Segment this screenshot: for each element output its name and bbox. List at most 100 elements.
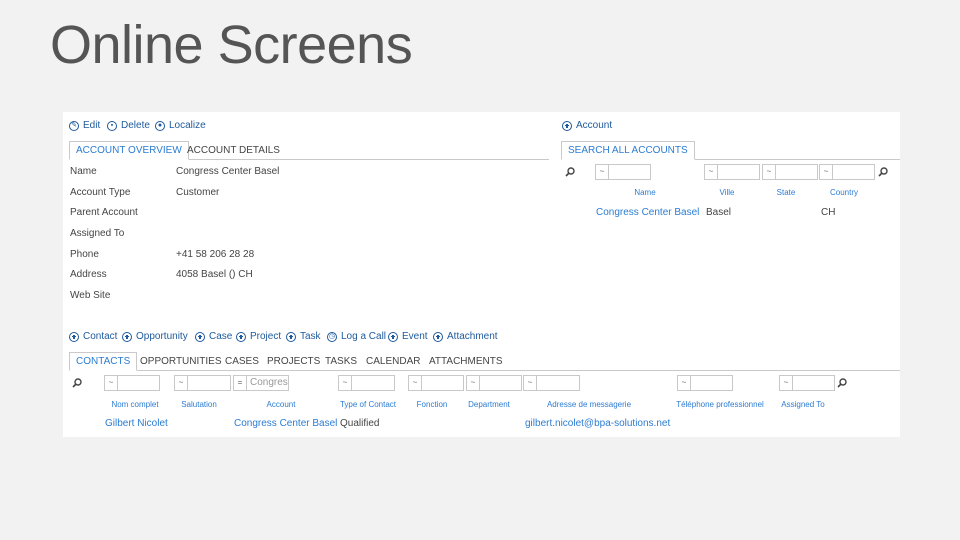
filter-account[interactable]: = Congres	[233, 375, 289, 391]
add-attachment-label: Attachment	[447, 331, 498, 342]
filter-operator[interactable]: ~	[409, 376, 422, 390]
tab-contacts[interactable]: CONTACTS	[69, 352, 138, 371]
column-header-ville[interactable]: Ville	[697, 188, 757, 197]
tab-calendar[interactable]: CALENDAR	[366, 356, 420, 367]
add-contact-button[interactable]: Contact	[69, 331, 117, 342]
column-header-department[interactable]: Department	[459, 400, 519, 409]
add-project-button[interactable]: Project	[236, 331, 281, 342]
delete-label: Delete	[121, 120, 150, 131]
tab-cases[interactable]: CASES	[225, 356, 259, 367]
search-icon[interactable]	[72, 378, 82, 388]
filter-assigned-to[interactable]: ~	[779, 375, 835, 391]
filter-account-value[interactable]: Congres	[247, 376, 288, 390]
add-contact-label: Contact	[83, 331, 118, 342]
edit-label: Edit	[83, 120, 101, 131]
add-icon	[195, 331, 205, 342]
filter-operator[interactable]: ~	[705, 165, 718, 179]
column-header-state[interactable]: State	[756, 188, 816, 197]
add-icon	[286, 331, 296, 342]
add-event-label: Event	[402, 331, 428, 342]
contact-email-link[interactable]: gilbert.nicolet@bpa-solutions.net	[525, 418, 670, 429]
add-opportunity-label: Opportunity	[136, 331, 188, 342]
column-header-nom-complet[interactable]: Nom complet	[100, 400, 170, 409]
search-icon[interactable]	[565, 167, 575, 177]
add-task-button[interactable]: Task	[286, 331, 321, 342]
filter-nom-complet[interactable]: ~	[104, 375, 160, 391]
field-value-phone: +41 58 206 28 28	[176, 249, 255, 260]
contact-type: Qualified	[340, 418, 380, 429]
add-case-label: Case	[209, 331, 233, 342]
field-label-web-site: Web Site	[70, 290, 111, 301]
tab-search-all-accounts[interactable]: SEARCH ALL ACCOUNTS	[561, 141, 695, 160]
column-header-country[interactable]: Country	[814, 188, 874, 197]
filter-operator[interactable]: ~	[596, 165, 609, 179]
log-call-button[interactable]: ◷ Log a Call	[327, 331, 386, 342]
add-attachment-button[interactable]: Attachment	[433, 331, 498, 342]
slide-title: Online Screens	[50, 15, 413, 75]
column-header-fonction[interactable]: Fonction	[402, 400, 462, 409]
add-case-button[interactable]: Case	[195, 331, 232, 342]
filter-type-of-contact[interactable]: ~	[338, 375, 395, 391]
clock-icon: ◷	[327, 331, 337, 342]
filter-operator[interactable]: ~	[820, 165, 833, 179]
tab-projects[interactable]: PROJECTS	[267, 356, 320, 367]
localize-button[interactable]: ● Localize	[155, 120, 206, 131]
contact-name-link[interactable]: Gilbert Nicolet	[105, 418, 168, 429]
add-opportunity-button[interactable]: Opportunity	[122, 331, 188, 342]
add-icon	[122, 331, 132, 342]
tab-opportunities[interactable]: OPPORTUNITIES	[140, 356, 222, 367]
result-ville: Basel	[706, 207, 732, 218]
filter-operator[interactable]: ~	[524, 376, 537, 390]
filter-operator[interactable]: ~	[467, 376, 480, 390]
filter-operator[interactable]: ~	[678, 376, 691, 390]
add-account-button[interactable]: Account	[562, 120, 612, 131]
search-icon[interactable]	[878, 167, 888, 177]
filter-ville[interactable]: ~	[704, 164, 760, 180]
filter-operator[interactable]: ~	[780, 376, 793, 390]
filter-operator[interactable]: ~	[175, 376, 188, 390]
add-event-button[interactable]: Event	[388, 331, 428, 342]
column-header-type-of-contact[interactable]: Type of Contact	[333, 400, 403, 409]
filter-name[interactable]: ~	[595, 164, 651, 180]
tab-account-details[interactable]: ACCOUNT DETAILS	[187, 145, 280, 156]
contact-account-link[interactable]: Congress Center Basel	[234, 418, 337, 429]
column-header-account[interactable]: Account	[251, 400, 311, 409]
field-label-account-type: Account Type	[70, 187, 131, 198]
add-task-label: Task	[300, 331, 321, 342]
tab-tasks[interactable]: TASKS	[325, 356, 357, 367]
filter-operator[interactable]: ~	[763, 165, 776, 179]
filter-telephone[interactable]: ~	[677, 375, 733, 391]
localize-icon: ●	[155, 120, 165, 131]
filter-country[interactable]: ~	[819, 164, 875, 180]
field-label-phone: Phone	[70, 249, 99, 260]
column-header-adresse[interactable]: Adresse de messagerie	[539, 400, 639, 409]
log-call-label: Log a Call	[341, 331, 387, 342]
result-account-name[interactable]: Congress Center Basel	[596, 207, 699, 218]
result-country: CH	[821, 207, 836, 218]
column-header-name[interactable]: Name	[615, 188, 675, 197]
column-header-telephone[interactable]: Téléphone professionnel	[665, 400, 775, 409]
add-account-label: Account	[576, 120, 613, 131]
filter-operator[interactable]: =	[234, 376, 247, 390]
add-icon	[236, 331, 246, 342]
related-tabs-divider	[69, 370, 900, 371]
delete-button[interactable]: ▪ Delete	[107, 120, 150, 131]
search-icon[interactable]	[837, 378, 847, 388]
tab-attachments[interactable]: ATTACHMENTS	[429, 356, 503, 367]
filter-operator[interactable]: ~	[339, 376, 352, 390]
field-label-parent-account: Parent Account	[70, 207, 138, 218]
filter-salutation[interactable]: ~	[174, 375, 231, 391]
tab-account-overview[interactable]: ACCOUNT OVERVIEW	[69, 141, 189, 160]
add-icon	[388, 331, 398, 342]
filter-department[interactable]: ~	[466, 375, 522, 391]
filter-adresse[interactable]: ~	[523, 375, 580, 391]
edit-button[interactable]: ✎ Edit	[69, 120, 100, 131]
filter-state[interactable]: ~	[762, 164, 818, 180]
column-header-assigned-to[interactable]: Assigned To	[771, 400, 835, 409]
field-label-name: Name	[70, 166, 97, 177]
filter-operator[interactable]: ~	[105, 376, 118, 390]
column-header-salutation[interactable]: Salutation	[169, 400, 229, 409]
filter-fonction[interactable]: ~	[408, 375, 464, 391]
add-icon	[69, 331, 79, 342]
field-value-account-type: Customer	[176, 187, 220, 198]
